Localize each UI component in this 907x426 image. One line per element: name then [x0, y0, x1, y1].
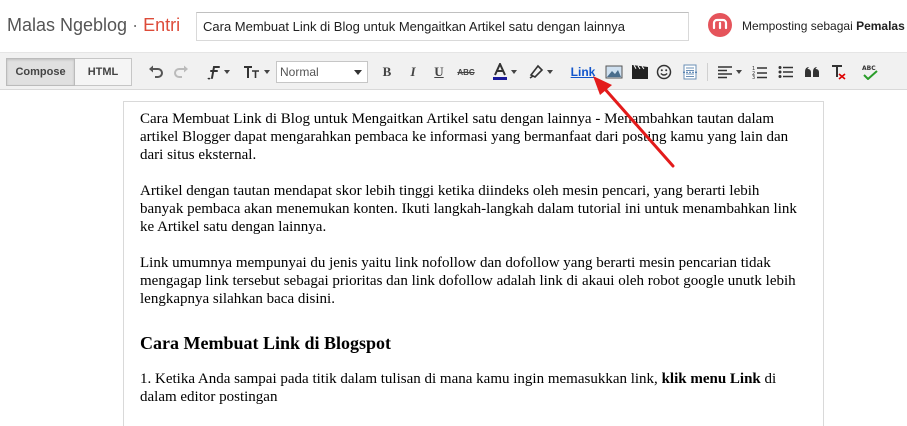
strikethrough-button[interactable]: ABC: [455, 60, 477, 84]
underline-button[interactable]: U: [430, 60, 448, 84]
jump-break-icon[interactable]: [680, 60, 700, 84]
html-mode-button[interactable]: HTML: [75, 58, 132, 86]
blog-breadcrumb: Malas Ngeblog · Entri: [7, 15, 180, 36]
post-body-content[interactable]: Cara Membuat Link di Blog untuk Mengaitk…: [140, 110, 800, 424]
step-1-bold: klik menu Link: [661, 371, 761, 387]
toolbar-divider: [707, 63, 708, 81]
font-family-icon[interactable]: [202, 60, 234, 84]
compose-mode-button[interactable]: Compose: [6, 58, 75, 86]
section-name: Entri: [143, 15, 181, 35]
alignment-icon[interactable]: [714, 60, 744, 84]
editor-area: Cara Membuat Link di Blog untuk Mengaitk…: [0, 90, 907, 426]
redo-icon[interactable]: [171, 60, 191, 84]
format-select[interactable]: Normal: [276, 61, 368, 83]
remove-formatting-icon[interactable]: [828, 60, 848, 84]
undo-icon[interactable]: [146, 60, 166, 84]
post-title-input[interactable]: Cara Membuat Link di Blog untuk Mengaitk…: [196, 12, 689, 41]
posting-as-user[interactable]: Pemalas: [856, 19, 905, 33]
quote-icon[interactable]: [802, 60, 822, 84]
insert-image-icon[interactable]: [603, 60, 625, 84]
blogger-logo-icon: [708, 13, 732, 37]
section-heading: Cara Membuat Link di Blogspot: [140, 333, 392, 353]
posting-as-prefix: Memposting sebagai: [742, 19, 853, 33]
italic-button[interactable]: I: [404, 60, 422, 84]
text-color-icon[interactable]: [489, 60, 519, 84]
emoji-icon[interactable]: [654, 60, 674, 84]
paragraph-seo: Artikel dengan tautan mendapat skor lebi…: [140, 183, 797, 235]
paragraph-link-types: Link umumnya mempunyai du jenis yaitu li…: [140, 255, 796, 307]
paragraph-intro: Cara Membuat Link di Blog untuk Mengaitk…: [140, 111, 789, 163]
posting-as-label: Memposting sebagai Pemalas: [742, 19, 905, 33]
insert-video-icon[interactable]: [629, 60, 651, 84]
step-1: 1. Ketika Anda sampai pada titik dalam t…: [140, 370, 800, 406]
link-button[interactable]: Link: [568, 60, 598, 84]
post-body-editor[interactable]: Cara Membuat Link di Blog untuk Mengaitk…: [123, 101, 824, 426]
bold-button[interactable]: B: [378, 60, 396, 84]
breadcrumb-separator: ·: [132, 15, 139, 35]
spellcheck-icon[interactable]: ABC: [859, 60, 881, 84]
svg-text:3: 3: [752, 75, 755, 79]
editor-toolbar: Compose HTML Normal B I U ABC Link 1 2 3…: [0, 52, 907, 90]
font-size-icon[interactable]: [240, 60, 272, 84]
highlight-color-icon[interactable]: [525, 60, 555, 84]
header-bar: Malas Ngeblog · Entri Cara Membuat Link …: [0, 0, 907, 52]
svg-text:ABC: ABC: [862, 65, 876, 72]
bullet-list-icon[interactable]: [776, 60, 796, 84]
step-1-prefix: 1. Ketika Anda sampai pada titik dalam t…: [140, 371, 662, 387]
blog-name[interactable]: Malas Ngeblog: [7, 15, 127, 35]
numbered-list-icon[interactable]: 123: [750, 60, 770, 84]
